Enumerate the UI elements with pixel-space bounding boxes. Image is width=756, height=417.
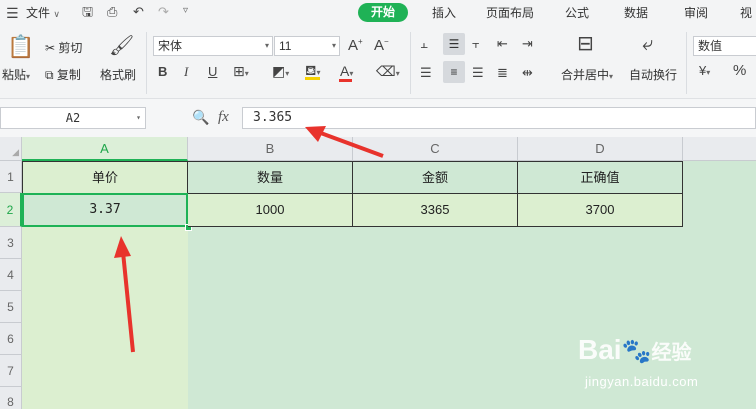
paw-icon: 🐾 <box>621 338 652 365</box>
watermark-url: jingyan.baidu.com <box>585 374 699 389</box>
baidu-watermark: Bai🐾经验 <box>578 334 691 366</box>
watermark-suffix: 经验 <box>651 342 692 364</box>
watermark-brand: Bai <box>578 334 622 365</box>
arrow-to-formula <box>305 126 384 158</box>
arrow-to-cell <box>114 236 135 353</box>
